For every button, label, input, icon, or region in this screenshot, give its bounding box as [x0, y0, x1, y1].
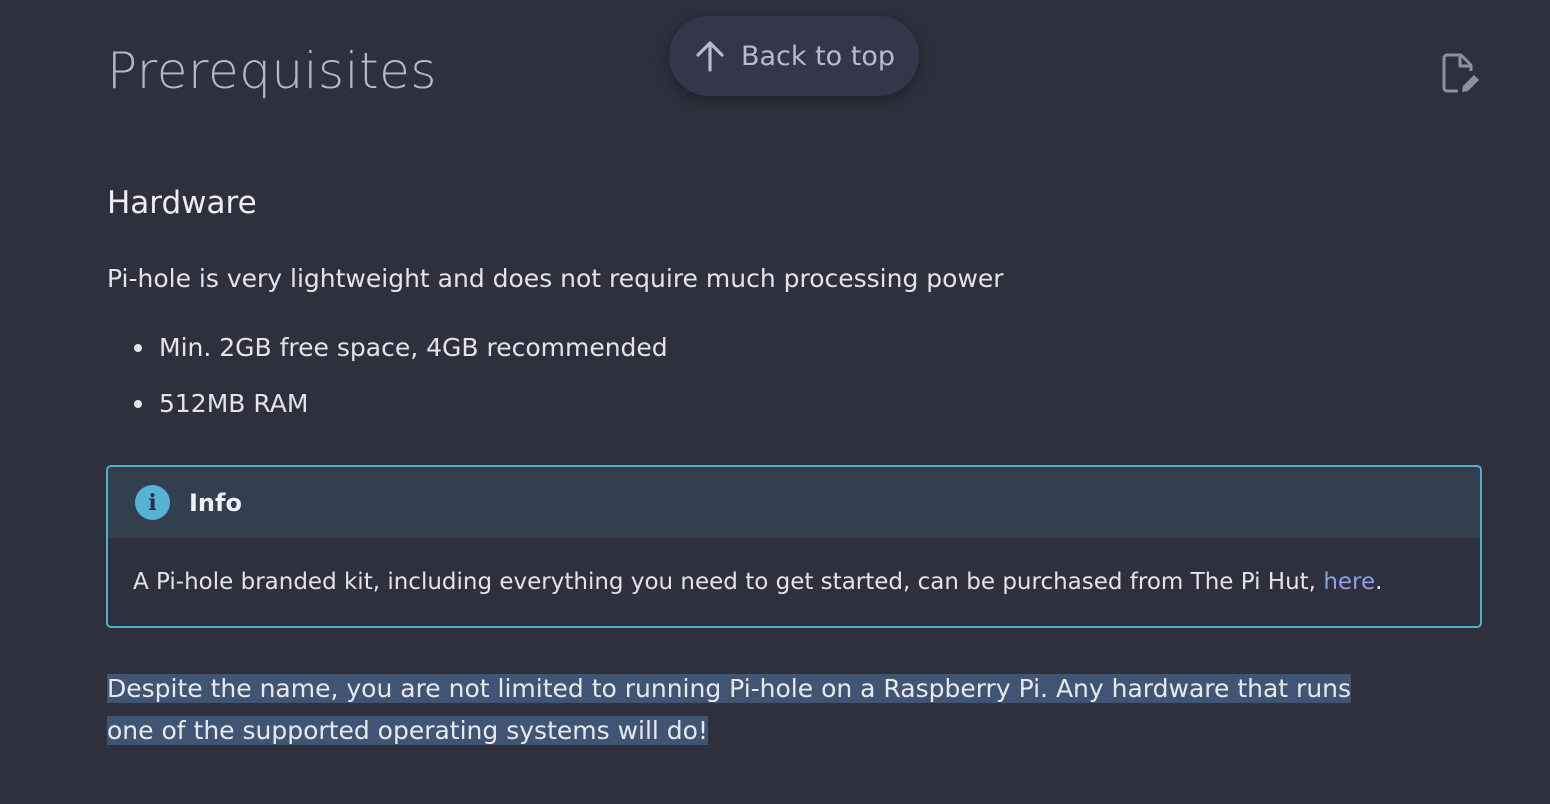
edit-page-button[interactable] [1436, 52, 1482, 98]
requirements-list: Min. 2GB free space, 4GB recommended 512… [107, 328, 668, 440]
admonition-title: Info [189, 488, 242, 517]
docs-page: Prerequisites Back to top Hardware Pi-ho… [0, 0, 1550, 804]
admonition-header: i Info [108, 467, 1480, 538]
admonition-text: A Pi-hole branded kit, including everyth… [133, 569, 1324, 595]
admonition-text-end: . [1375, 569, 1383, 595]
back-to-top-button[interactable]: Back to top [669, 16, 919, 96]
pi-hut-link[interactable]: here [1323, 569, 1375, 595]
page-title: Prerequisites [107, 42, 437, 100]
requirement-text: 512MB RAM [159, 389, 309, 418]
arrow-up-icon [693, 39, 727, 73]
note-paragraph: Despite the name, you are not limited to… [107, 668, 1387, 752]
info-admonition: i Info A Pi-hole branded kit, including … [106, 465, 1482, 628]
list-item: 512MB RAM [107, 384, 668, 424]
back-to-top-label: Back to top [740, 40, 896, 72]
info-icon: i [135, 485, 170, 520]
section-heading-hardware: Hardware [107, 185, 257, 221]
edit-page-icon [1438, 51, 1480, 99]
requirement-text: Min. 2GB free space, 4GB recommended [159, 333, 668, 362]
bullet-icon [134, 400, 142, 408]
admonition-body: A Pi-hole branded kit, including everyth… [108, 538, 1480, 600]
list-item: Min. 2GB free space, 4GB recommended [107, 328, 668, 368]
hardware-intro-text: Pi-hole is very lightweight and does not… [107, 264, 1004, 293]
bullet-icon [134, 344, 142, 352]
selected-text: Despite the name, you are not limited to… [107, 674, 1352, 745]
